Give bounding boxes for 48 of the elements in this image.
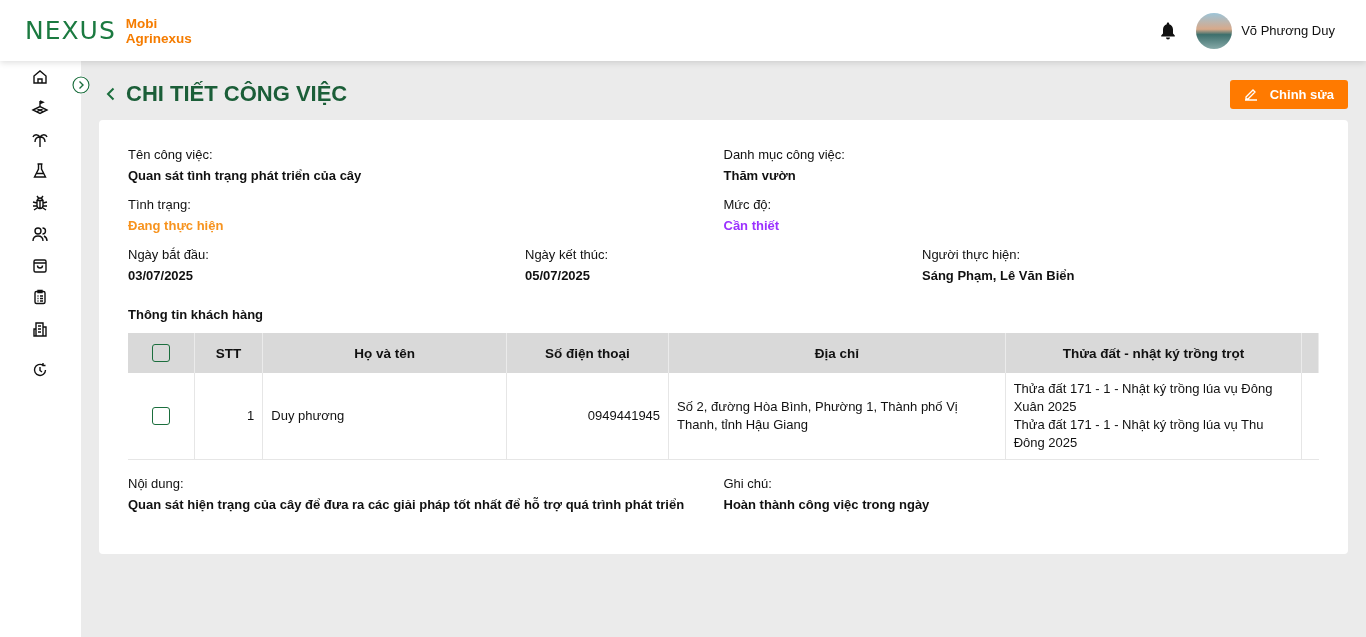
field-value: Sáng Phạm, Lê Văn Biển xyxy=(922,268,1076,283)
table-cell: 1 xyxy=(194,373,263,460)
checkbox[interactable] xyxy=(151,407,170,426)
field-label: Người thực hiện: xyxy=(922,247,1022,262)
flask-icon[interactable] xyxy=(30,162,49,181)
nexus-logo: NEXUS xyxy=(25,16,116,45)
bag-icon[interactable] xyxy=(30,256,49,275)
brand-name: Agrinexus xyxy=(125,30,192,46)
column-header: Thửa đất - nhật ký trồng trọt xyxy=(1005,333,1302,373)
expand-sidebar-icon[interactable] xyxy=(72,76,90,94)
field-label: Tình trạng: xyxy=(128,197,192,212)
field-label: Nội dung: xyxy=(128,476,185,491)
column-header: Số điện thoại xyxy=(506,333,669,373)
field-value: 03/07/2025 xyxy=(128,268,195,283)
column-header: STT xyxy=(194,333,263,373)
page-title: CHI TIẾT CÔNG VIỆC xyxy=(126,81,348,107)
home-icon[interactable] xyxy=(30,67,49,86)
table-cell: 0949441945 xyxy=(506,373,669,460)
field-label: Tên công việc: xyxy=(128,147,214,162)
user-name[interactable]: Võ Phương Duy xyxy=(1241,23,1335,38)
field-value: Hoàn thành công việc trong ngày xyxy=(723,497,931,512)
checkbox[interactable] xyxy=(151,344,170,362)
pencil-icon xyxy=(1243,87,1258,101)
bug-icon[interactable] xyxy=(30,193,49,212)
back-icon[interactable] xyxy=(106,87,116,101)
field-value: Quan sát hiện trạng của cây để đưa ra các giải pháp tốt nhất để hỗ trợ quá trình phát triển xyxy=(128,497,686,512)
avatar-photo-placeholder[interactable] xyxy=(1196,12,1233,49)
field-value: Đang thực hiện xyxy=(128,218,225,233)
column-header: Địa chỉ xyxy=(668,333,1006,373)
column-header: Họ và tên xyxy=(262,333,507,373)
field-label: Danh mục công việc: xyxy=(723,147,846,162)
section-heading: Thông tin khách hàng xyxy=(128,307,265,322)
field-value: 05/07/2025 xyxy=(525,268,592,283)
field-value: Quan sát tình trạng phát triển của cây xyxy=(128,168,363,183)
building-icon[interactable] xyxy=(30,319,49,338)
users-icon[interactable] xyxy=(30,225,49,244)
field-value: Thăm vườn xyxy=(723,168,797,183)
table-cell: Số 2, đường Hòa Bình, Phường 1, Thành phố Vị Thanh, tỉnh Hậu Giang xyxy=(668,373,1006,460)
brand-name: Mobi xyxy=(125,15,159,31)
field-label: Ghi chú: xyxy=(723,476,773,491)
field-value: Cần thiết xyxy=(723,218,781,233)
plot-entry: Thửa đất 171 - 1 - Nhật ký trồng lúa vụ Đông Xuân 2025 xyxy=(1013,380,1274,416)
field-label: Mức độ: xyxy=(723,197,773,212)
bell-icon[interactable] xyxy=(1160,21,1177,40)
plot-entry: Thửa đất 171 - 1 - Nhật ký trồng lúa vụ Thu Đông 2025 xyxy=(1013,416,1265,452)
table-cell: Duy phương xyxy=(262,373,507,460)
field-label: Ngày kết thúc: xyxy=(525,247,610,262)
field-label: Ngày bắt đầu: xyxy=(128,247,210,262)
